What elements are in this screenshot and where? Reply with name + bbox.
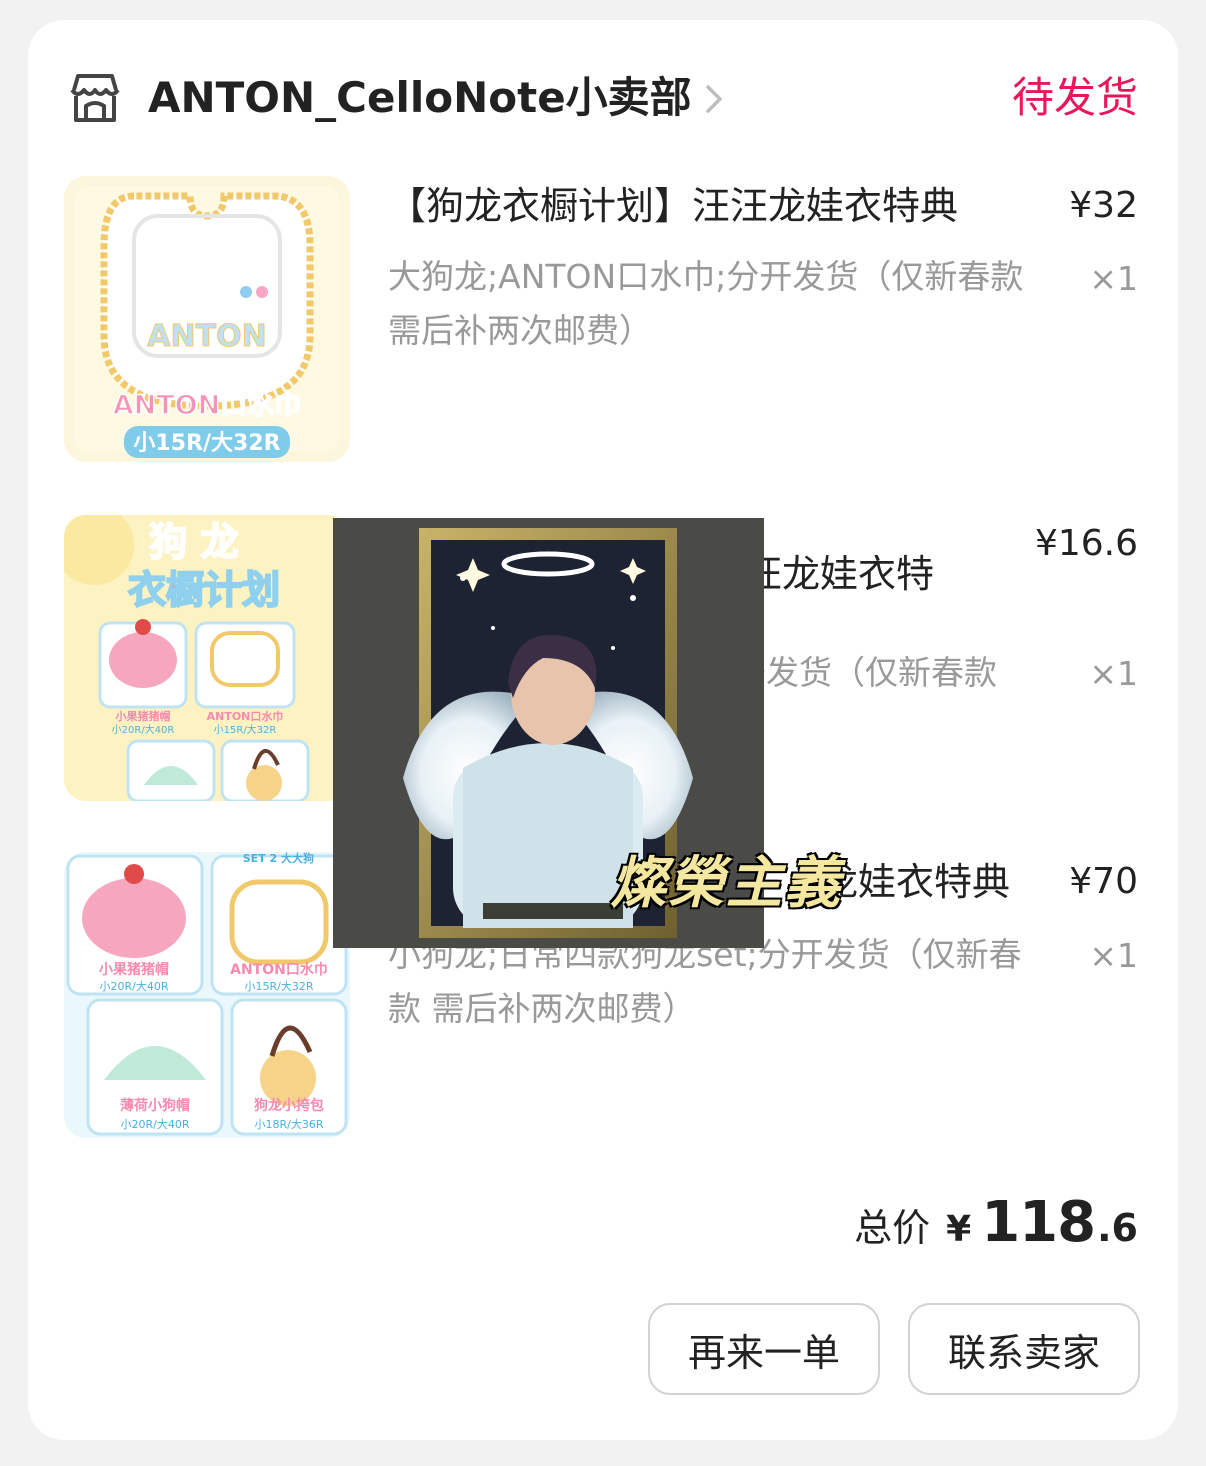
item-spec-1: 大狗龙;ANTON口水巾;分开发货（仅新春款 需后补两次邮费） <box>388 257 1024 350</box>
thumb-label: ANTON口水巾 <box>113 390 301 421</box>
chevron-right-icon[interactable] <box>704 84 724 114</box>
thumb-label: 狗龙小挎包 <box>254 1097 324 1114</box>
total-amount-dec: .6 <box>1097 1206 1138 1250</box>
overlay-caption: 燦榮主義 <box>610 850 842 916</box>
contact-seller-button[interactable]: 联系卖家 <box>908 1303 1140 1395</box>
thumb-label: 薄荷小狗帽 <box>120 1097 190 1114</box>
thumb-tag: 小18R/大36R <box>255 1117 324 1131</box>
item-price-2: ¥16.6 <box>1034 523 1138 564</box>
thumb-label: ANTON口水巾 <box>230 961 328 978</box>
item-thumbnail-1[interactable]: ANTON ANTON口水巾 小15R/大32R <box>64 176 350 462</box>
item-thumbnail-2[interactable]: 狗 龙 衣橱计划 小果猪猪帽 ANTON口水巾 小20R/大40R 小15R/大… <box>64 515 350 801</box>
reorder-button[interactable]: 再来一单 <box>648 1303 880 1395</box>
item-thumbnail-3[interactable]: SET 2 大大狗 小果猪猪帽 ANTON口水巾 小20R/大40R 小15R/… <box>64 852 350 1138</box>
order-total: 总价 ¥ 118 .6 <box>854 1190 1138 1260</box>
thumb-tag: 小15R/大32R <box>245 979 314 993</box>
thumb-tag: 小15R/大32R <box>214 723 277 736</box>
item-price-3: ¥70 <box>1069 861 1138 902</box>
thumb-set-tag: SET 2 大大狗 <box>243 852 314 865</box>
thumb-title-top: 狗 龙 <box>149 520 238 564</box>
store-name-link[interactable]: ANTON_CelloNote小卖部 <box>148 70 692 126</box>
store-icon[interactable] <box>68 72 122 124</box>
item-title-3[interactable]: 龙娃衣特典 <box>820 858 1010 906</box>
thumb-size-tag: 小15R/大32R <box>133 431 280 456</box>
item-qty-2: ×1 <box>1089 654 1138 693</box>
total-amount-int: 118 <box>981 1190 1096 1255</box>
thumb-title-main: 衣橱计划 <box>128 568 280 612</box>
total-label: 总价 <box>854 1206 931 1250</box>
thumb-tag: 小20R/大40R <box>112 723 175 736</box>
thumb-label: ANTON口水巾 <box>207 709 284 723</box>
bib-text: ANTON <box>147 319 266 354</box>
thumb-tag: 小20R/大40R <box>100 979 169 993</box>
thumb-tag: 小20R/大40R <box>121 1117 190 1131</box>
thumb-label: 小果猪猪帽 <box>115 709 171 723</box>
item-title-1[interactable]: 【狗龙衣橱计划】汪汪龙娃衣特典 <box>388 182 958 230</box>
total-currency: ¥ <box>946 1209 972 1250</box>
order-status: 待发货 <box>1011 73 1138 122</box>
item-qty-3: ×1 <box>1089 936 1138 975</box>
item-qty-1: ×1 <box>1089 259 1138 298</box>
thumb-label: 小果猪猪帽 <box>99 961 169 978</box>
item-price-1: ¥32 <box>1069 185 1138 226</box>
